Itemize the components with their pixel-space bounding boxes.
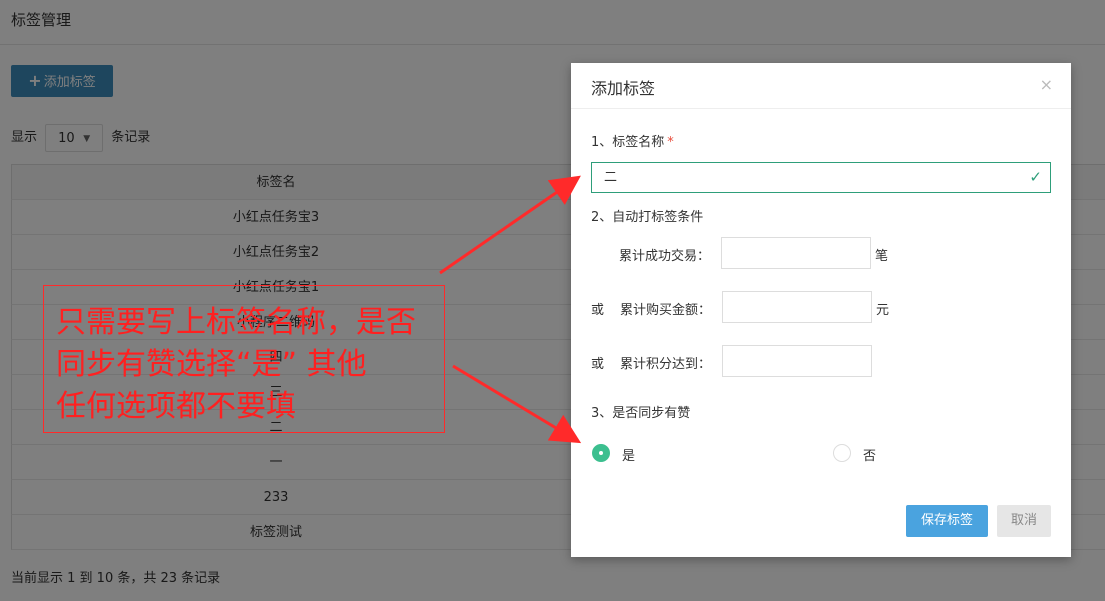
arrow-to-name-field	[439, 175, 581, 275]
annotation-arrows	[439, 175, 582, 444]
arrow-to-radio-yes	[452, 364, 582, 444]
